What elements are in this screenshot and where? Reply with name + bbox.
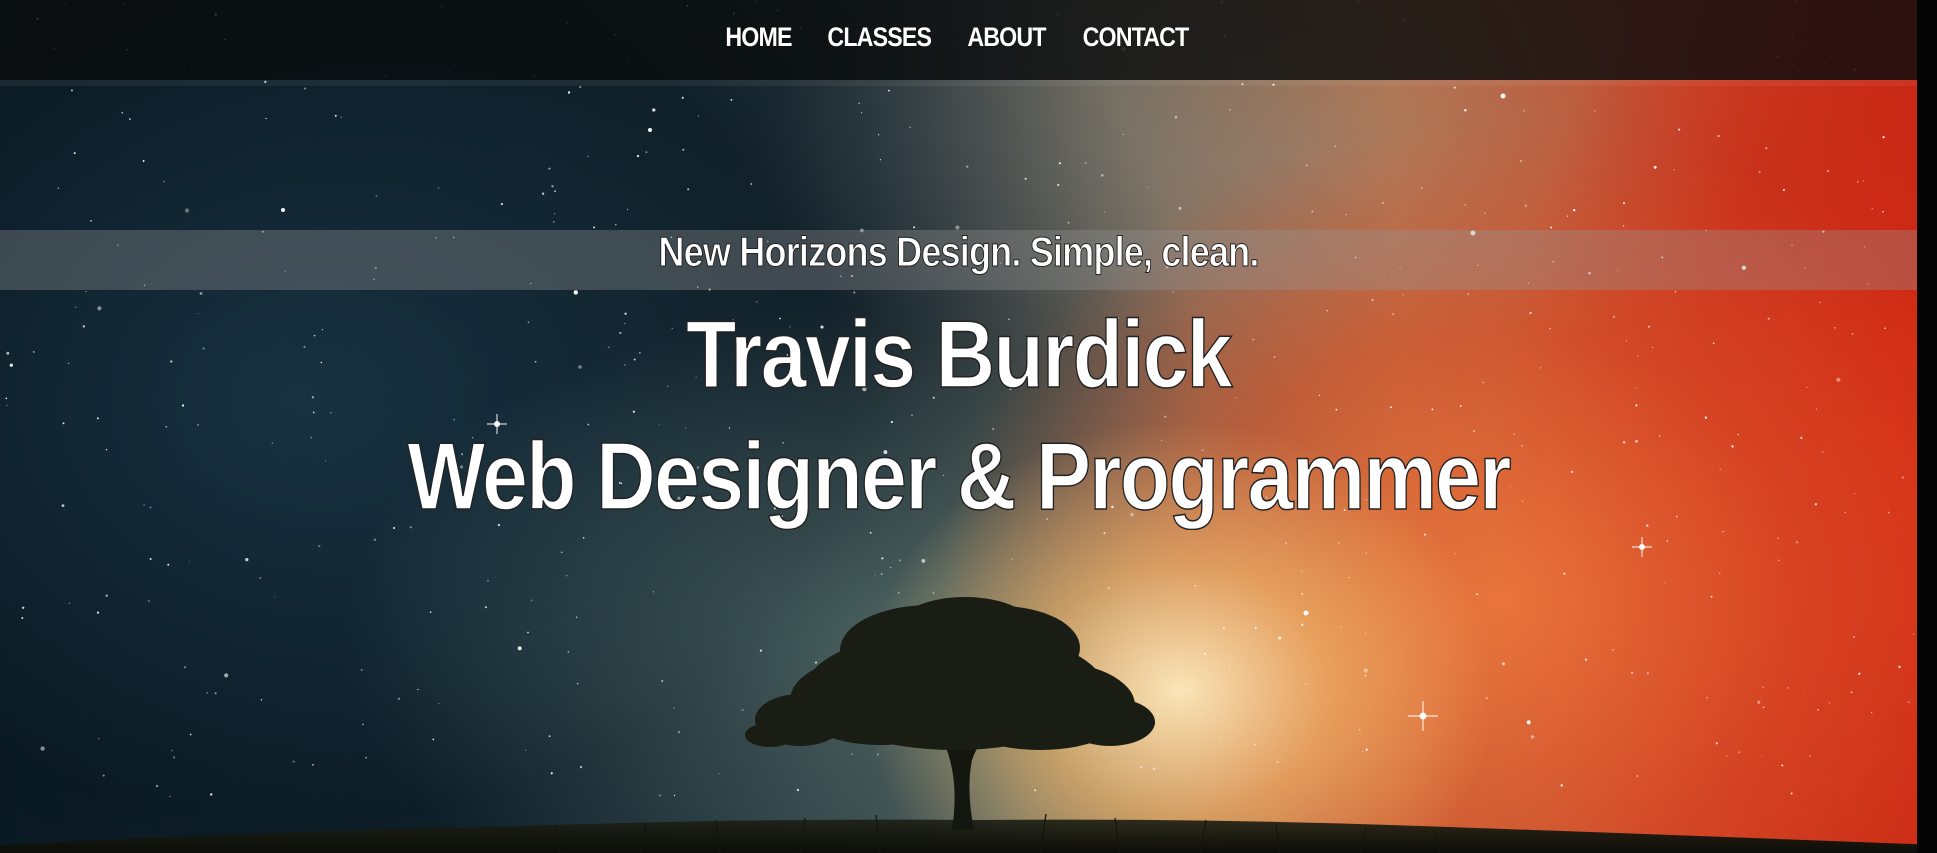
nav-home-link[interactable]: HOME [725, 22, 792, 53]
nav-contact-link[interactable]: CONTACT [1083, 22, 1190, 53]
hero-name: Travis Burdick [685, 300, 1233, 409]
hero-tagline: New Horizons Design. Simple, clean. [658, 228, 1260, 276]
nav-menu: HOME CLASSES ABOUT CONTACT [0, 22, 1917, 53]
hero-role: Web Designer & Programmer [407, 422, 1512, 531]
nav-classes-link[interactable]: CLASSES [827, 22, 932, 53]
page: HOME CLASSES ABOUT CONTACT New Horizons … [0, 0, 1937, 853]
nav-divider [0, 80, 1917, 86]
scrollbar-edge [1917, 0, 1937, 853]
nav-about-link[interactable]: ABOUT [968, 22, 1047, 53]
